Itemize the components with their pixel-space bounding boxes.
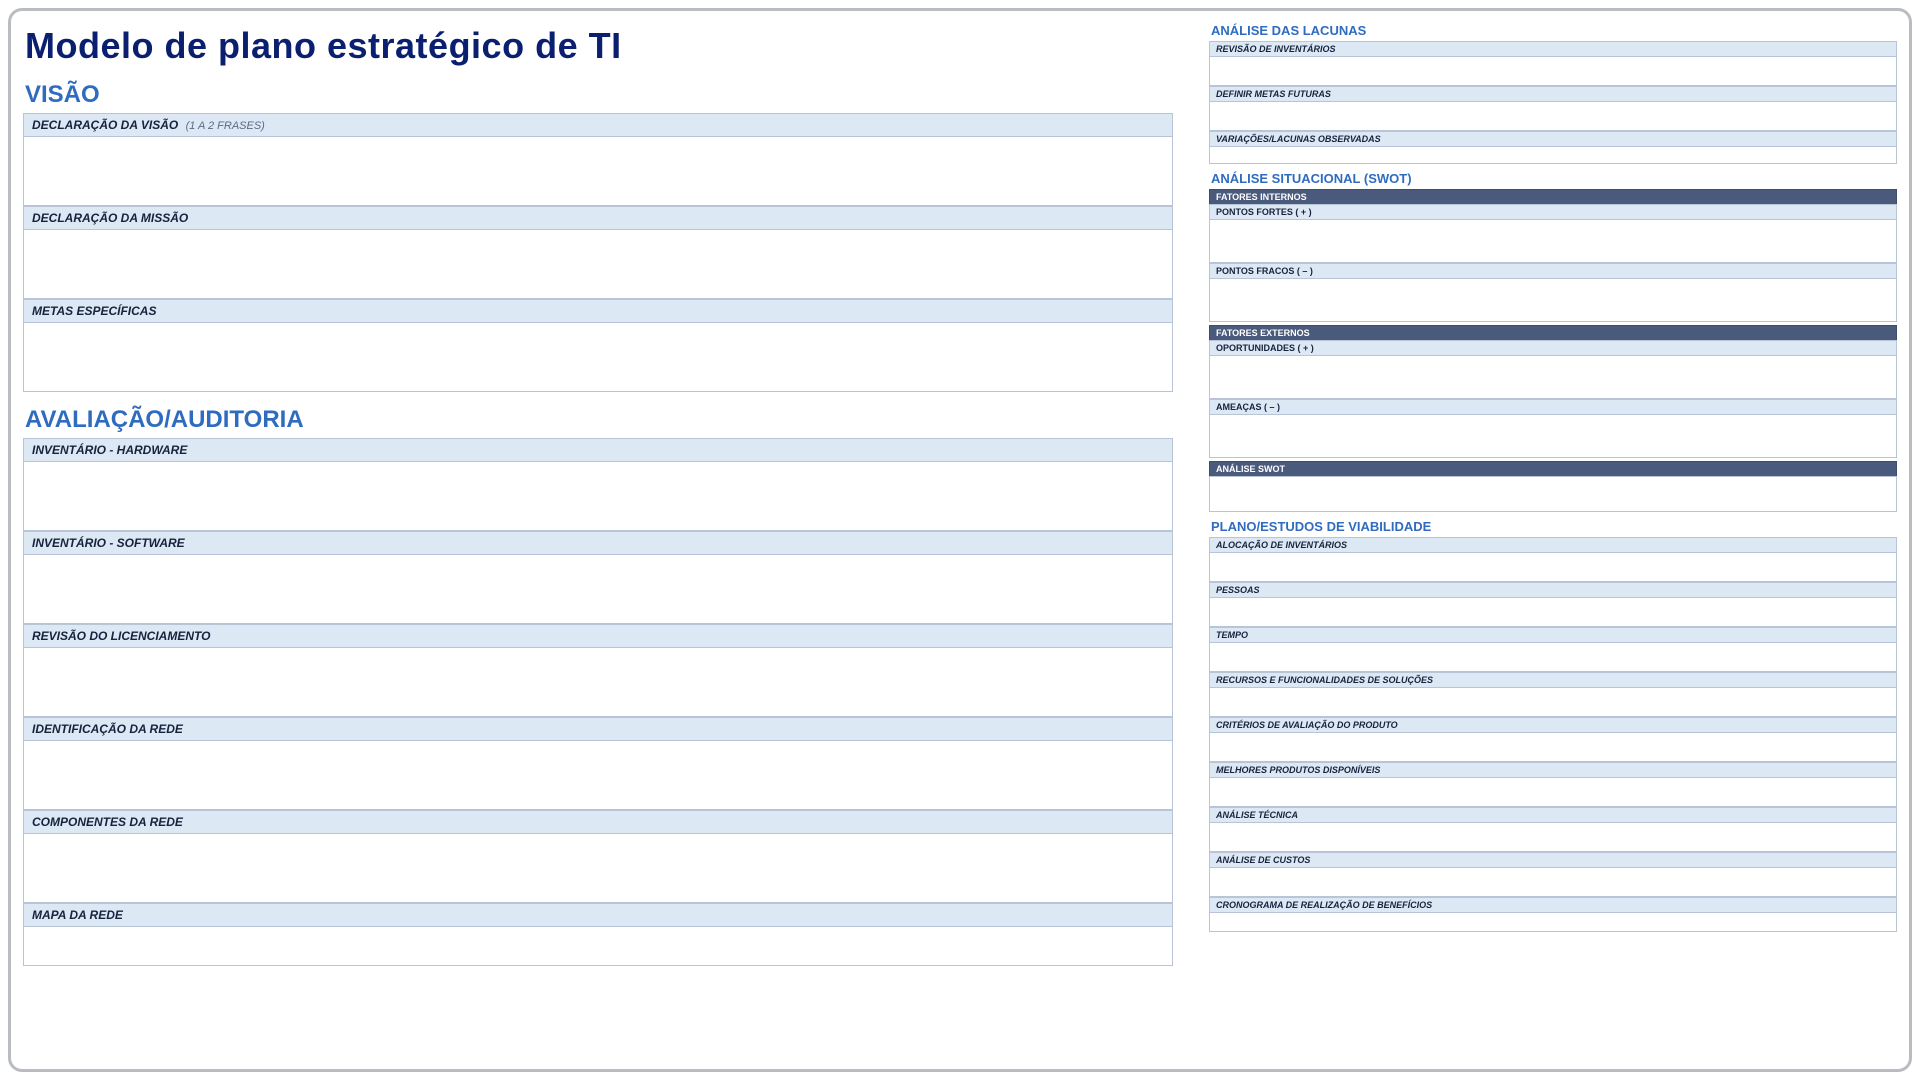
field-header-mapa-rede: MAPA DA REDE (23, 903, 1173, 926)
right-column: ANÁLISE DAS LACUNAS REVISÃO DE INVENTÁRI… (1209, 19, 1897, 1057)
field-body-revisao-licenciamento[interactable] (23, 647, 1173, 717)
label-inventario-hardware: INVENTÁRIO - HARDWARE (32, 443, 187, 457)
field-header-identificacao-rede: IDENTIFICAÇÃO DA REDE (23, 717, 1173, 740)
field-body-tempo[interactable] (1209, 642, 1897, 672)
field-header-pessoas: PESSOAS (1209, 582, 1897, 597)
document-title: Modelo de plano estratégico de TI (25, 25, 1173, 67)
field-header-revisao-inventarios: REVISÃO DE INVENTÁRIOS (1209, 41, 1897, 56)
field-body-pessoas[interactable] (1209, 597, 1897, 627)
field-body-pontos-fracos[interactable] (1209, 278, 1897, 322)
label-inventario-software: INVENTÁRIO - SOFTWARE (32, 536, 185, 550)
field-header-revisao-licenciamento: REVISÃO DO LICENCIAMENTO (23, 624, 1173, 647)
section-avaliacao-title: AVALIAÇÃO/AUDITORIA (25, 406, 1173, 434)
field-body-revisao-inventarios[interactable] (1209, 56, 1897, 86)
field-header-analise-custos: ANÁLISE DE CUSTOS (1209, 852, 1897, 867)
field-header-inventario-software: INVENTÁRIO - SOFTWARE (23, 531, 1173, 554)
field-header-declaracao-missao: DECLARAÇÃO DA MISSÃO (23, 206, 1173, 229)
field-body-analise-tecnica[interactable] (1209, 822, 1897, 852)
field-body-inventario-hardware[interactable] (23, 461, 1173, 531)
field-header-inventario-hardware: INVENTÁRIO - HARDWARE (23, 438, 1173, 461)
header-fatores-externos: FATORES EXTERNOS (1209, 325, 1897, 340)
field-body-identificacao-rede[interactable] (23, 740, 1173, 810)
field-header-criterios-avaliacao: CRITÉRIOS DE AVALIAÇÃO DO PRODUTO (1209, 717, 1897, 732)
field-body-variacoes[interactable] (1209, 146, 1897, 164)
label-mapa-rede: MAPA DA REDE (32, 908, 123, 922)
field-body-analise-swot[interactable] (1209, 476, 1897, 512)
field-body-metas-especificas[interactable] (23, 322, 1173, 392)
hint-declaracao-visao: (1 A 2 FRASES) (186, 120, 265, 132)
field-header-variacoes: VARIAÇÕES/LACUNAS OBSERVADAS (1209, 131, 1897, 146)
section-visao-title: VISÃO (25, 81, 1173, 109)
field-header-recursos-funcionalidades: RECURSOS E FUNCIONALIDADES DE SOLUÇÕES (1209, 672, 1897, 687)
field-body-melhores-produtos[interactable] (1209, 777, 1897, 807)
field-body-mapa-rede[interactable] (23, 926, 1173, 966)
field-body-oportunidades[interactable] (1209, 355, 1897, 399)
field-body-componentes-rede[interactable] (23, 833, 1173, 903)
field-header-pontos-fortes: PONTOS FORTES ( + ) (1209, 204, 1897, 219)
field-header-melhores-produtos: MELHORES PRODUTOS DISPONÍVEIS (1209, 762, 1897, 777)
label-declaracao-missao: DECLARAÇÃO DA MISSÃO (32, 211, 188, 225)
label-metas-especificas: METAS ESPECÍFICAS (32, 304, 156, 318)
field-body-pontos-fortes[interactable] (1209, 219, 1897, 263)
field-header-metas-especificas: METAS ESPECÍFICAS (23, 299, 1173, 322)
field-header-declaracao-visao: DECLARAÇÃO DA VISÃO (1 A 2 FRASES) (23, 113, 1173, 136)
field-body-criterios-avaliacao[interactable] (1209, 732, 1897, 762)
template-frame: Modelo de plano estratégico de TI VISÃO … (8, 8, 1912, 1072)
header-analise-swot: ANÁLISE SWOT (1209, 461, 1897, 476)
field-body-analise-custos[interactable] (1209, 867, 1897, 897)
label-componentes-rede: COMPONENTES DA REDE (32, 815, 183, 829)
field-body-recursos-funcionalidades[interactable] (1209, 687, 1897, 717)
field-body-ameacas[interactable] (1209, 414, 1897, 458)
field-body-declaracao-visao[interactable] (23, 136, 1173, 206)
field-body-definir-metas[interactable] (1209, 101, 1897, 131)
field-body-cronograma-beneficios[interactable] (1209, 912, 1897, 932)
field-header-cronograma-beneficios: CRONOGRAMA DE REALIZAÇÃO DE BENEFÍCIOS (1209, 897, 1897, 912)
field-header-ameacas: AMEAÇAS ( – ) (1209, 399, 1897, 414)
section-swot-title: ANÁLISE SITUACIONAL (SWOT) (1211, 171, 1897, 186)
field-header-componentes-rede: COMPONENTES DA REDE (23, 810, 1173, 833)
section-viabilidade-title: PLANO/ESTUDOS DE VIABILIDADE (1211, 519, 1897, 534)
header-fatores-internos: FATORES INTERNOS (1209, 189, 1897, 204)
left-column: Modelo de plano estratégico de TI VISÃO … (23, 19, 1173, 1057)
label-revisao-licenciamento: REVISÃO DO LICENCIAMENTO (32, 629, 210, 643)
field-body-inventario-software[interactable] (23, 554, 1173, 624)
section-lacunas-title: ANÁLISE DAS LACUNAS (1211, 23, 1897, 38)
field-header-tempo: TEMPO (1209, 627, 1897, 642)
field-header-analise-tecnica: ANÁLISE TÉCNICA (1209, 807, 1897, 822)
field-header-oportunidades: OPORTUNIDADES ( + ) (1209, 340, 1897, 355)
field-body-alocacao-inventarios[interactable] (1209, 552, 1897, 582)
field-header-definir-metas: DEFINIR METAS FUTURAS (1209, 86, 1897, 101)
label-declaracao-visao: DECLARAÇÃO DA VISÃO (32, 118, 178, 132)
label-identificacao-rede: IDENTIFICAÇÃO DA REDE (32, 722, 183, 736)
field-body-declaracao-missao[interactable] (23, 229, 1173, 299)
field-header-pontos-fracos: PONTOS FRACOS ( – ) (1209, 263, 1897, 278)
field-header-alocacao-inventarios: ALOCAÇÃO DE INVENTÁRIOS (1209, 537, 1897, 552)
